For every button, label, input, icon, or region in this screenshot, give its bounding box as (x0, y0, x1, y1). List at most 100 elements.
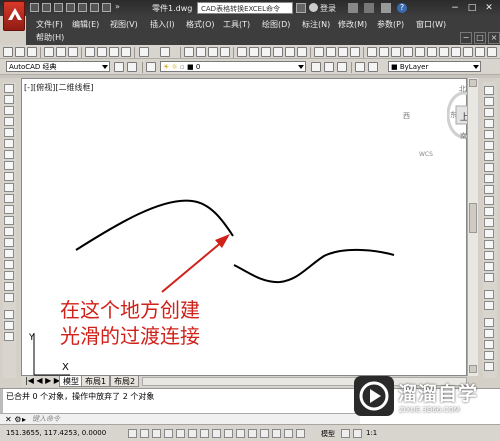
scroll-up-icon[interactable] (469, 79, 477, 87)
lineweight-icon[interactable] (248, 429, 257, 438)
menu-modify[interactable]: 修改(M) (338, 19, 367, 31)
break-icon[interactable] (484, 218, 494, 227)
wcs-menu[interactable]: WCS (419, 151, 433, 158)
markup-icon[interactable] (285, 47, 295, 57)
hatch-icon[interactable] (4, 238, 14, 247)
layer-tool-icon-9[interactable] (463, 47, 473, 57)
search-input[interactable]: CAD表格转换EXCEL命令 (197, 2, 293, 14)
quick-view-drawings-icon[interactable] (353, 429, 362, 438)
spline-icon[interactable] (4, 172, 14, 181)
polar-tracking-icon[interactable] (176, 429, 185, 438)
menu-tools[interactable]: 工具(T) (223, 19, 250, 31)
stay-connected-icon[interactable] (381, 3, 391, 13)
layer-tool-icon-11[interactable] (487, 47, 497, 57)
workspace-settings-icon[interactable] (114, 62, 124, 72)
undo-tool-icon[interactable] (139, 47, 149, 57)
doc-restore-button[interactable]: □ (474, 32, 486, 44)
erase-icon[interactable] (484, 86, 494, 95)
snap-mode-icon[interactable] (140, 429, 149, 438)
infer-constraints-icon[interactable] (128, 429, 137, 438)
right-tool-icon-3[interactable] (484, 318, 494, 327)
publish-icon[interactable] (68, 47, 78, 57)
layer-tool-icon-2[interactable] (379, 47, 389, 57)
make-current-icon[interactable] (311, 62, 321, 72)
match-properties-icon[interactable] (121, 47, 131, 57)
ortho-mode-icon[interactable] (164, 429, 173, 438)
annotation-monitor-icon[interactable] (296, 429, 305, 438)
polygon-icon[interactable] (4, 117, 14, 126)
close-button[interactable]: ✕ (482, 2, 496, 14)
right-tool-icon-7[interactable] (484, 362, 494, 371)
scroll-down-icon[interactable] (469, 365, 477, 373)
save-as-icon[interactable] (66, 3, 75, 12)
array-icon[interactable] (484, 130, 494, 139)
menu-file[interactable]: 文件(F) (36, 19, 63, 31)
revision-cloud-icon[interactable] (4, 161, 14, 170)
open-file-icon[interactable] (42, 3, 51, 12)
login-link[interactable]: 登录 (320, 3, 336, 14)
scroll-thumb[interactable] (469, 203, 477, 233)
break-at-point-icon[interactable] (484, 207, 494, 216)
color-tool-icon[interactable] (355, 62, 365, 72)
object-snap-icon[interactable] (188, 429, 197, 438)
paste-icon[interactable] (109, 47, 119, 57)
save-icon[interactable] (54, 3, 63, 12)
viewcube-south[interactable]: 南 (460, 131, 467, 141)
ellipse-arc-icon[interactable] (4, 194, 14, 203)
cut-icon[interactable] (85, 47, 95, 57)
doc-close-button[interactable]: × (488, 32, 500, 44)
menu-insert[interactable]: 插入(I) (150, 19, 175, 31)
zoom-window-icon[interactable] (208, 47, 218, 57)
3d-osnap-icon[interactable] (200, 429, 209, 438)
menu-format[interactable]: 格式(O) (186, 19, 215, 31)
blend-curves-icon[interactable] (484, 262, 494, 271)
workspace-save-icon[interactable] (127, 62, 137, 72)
join-icon[interactable] (484, 229, 494, 238)
right-tool-icon-5[interactable] (484, 340, 494, 349)
right-tool-icon-6[interactable] (484, 351, 494, 360)
insert-block-icon[interactable] (4, 205, 14, 214)
rotate-icon[interactable] (484, 152, 494, 161)
model-space-button[interactable]: 模型 (321, 429, 335, 439)
trim-icon[interactable] (484, 185, 494, 194)
design-center-icon[interactable] (249, 47, 259, 57)
stretch-icon[interactable] (484, 174, 494, 183)
autodesk-360-icon[interactable] (364, 3, 374, 13)
scale-icon[interactable] (484, 163, 494, 172)
redo-tool-icon[interactable] (160, 47, 170, 57)
copy-object-icon[interactable] (484, 97, 494, 106)
tab-nav-arrows[interactable]: |◀ ◀ ▶ ▶| (25, 376, 63, 385)
text-style-icon[interactable] (314, 47, 324, 57)
layer-states-icon[interactable] (337, 62, 347, 72)
rectangle-icon[interactable] (4, 128, 14, 137)
multiline-text-icon[interactable] (4, 282, 14, 291)
menu-window[interactable]: 窗口(W) (416, 19, 446, 31)
offset-icon[interactable] (484, 119, 494, 128)
line-icon[interactable] (4, 84, 14, 93)
layer-tool-icon-8[interactable] (451, 47, 461, 57)
coordinates-readout[interactable]: 151.3655, 117.4253, 0.0000 (6, 429, 106, 437)
quick-view-layouts-icon[interactable] (341, 429, 350, 438)
dim-style-icon[interactable] (326, 47, 336, 57)
polyline-icon[interactable] (4, 106, 14, 115)
left-tool-icon-2[interactable] (4, 321, 14, 330)
move-icon[interactable] (484, 141, 494, 150)
color-dropdown[interactable]: ■ ByLayer (388, 61, 481, 72)
save-tool-icon[interactable] (27, 47, 37, 57)
right-tool-icon-2[interactable] (484, 301, 494, 310)
new-file-icon[interactable] (30, 3, 39, 12)
ellipse-icon[interactable] (4, 183, 14, 192)
workspace-dropdown[interactable]: AutoCAD 经典 (6, 61, 110, 72)
print-icon[interactable] (78, 3, 87, 12)
transparency-icon[interactable] (260, 429, 269, 438)
extend-icon[interactable] (484, 196, 494, 205)
linetype-tool-icon[interactable] (368, 62, 378, 72)
properties-icon[interactable] (237, 47, 247, 57)
exchange-icon[interactable] (348, 3, 358, 13)
right-tool-icon-1[interactable] (484, 290, 494, 299)
sheet-set-icon[interactable] (273, 47, 283, 57)
quick-properties-icon[interactable] (272, 429, 281, 438)
layer-tool-icon-10[interactable] (475, 47, 485, 57)
calculator-icon[interactable] (297, 47, 307, 57)
layer-tool-icon-1[interactable] (367, 47, 377, 57)
